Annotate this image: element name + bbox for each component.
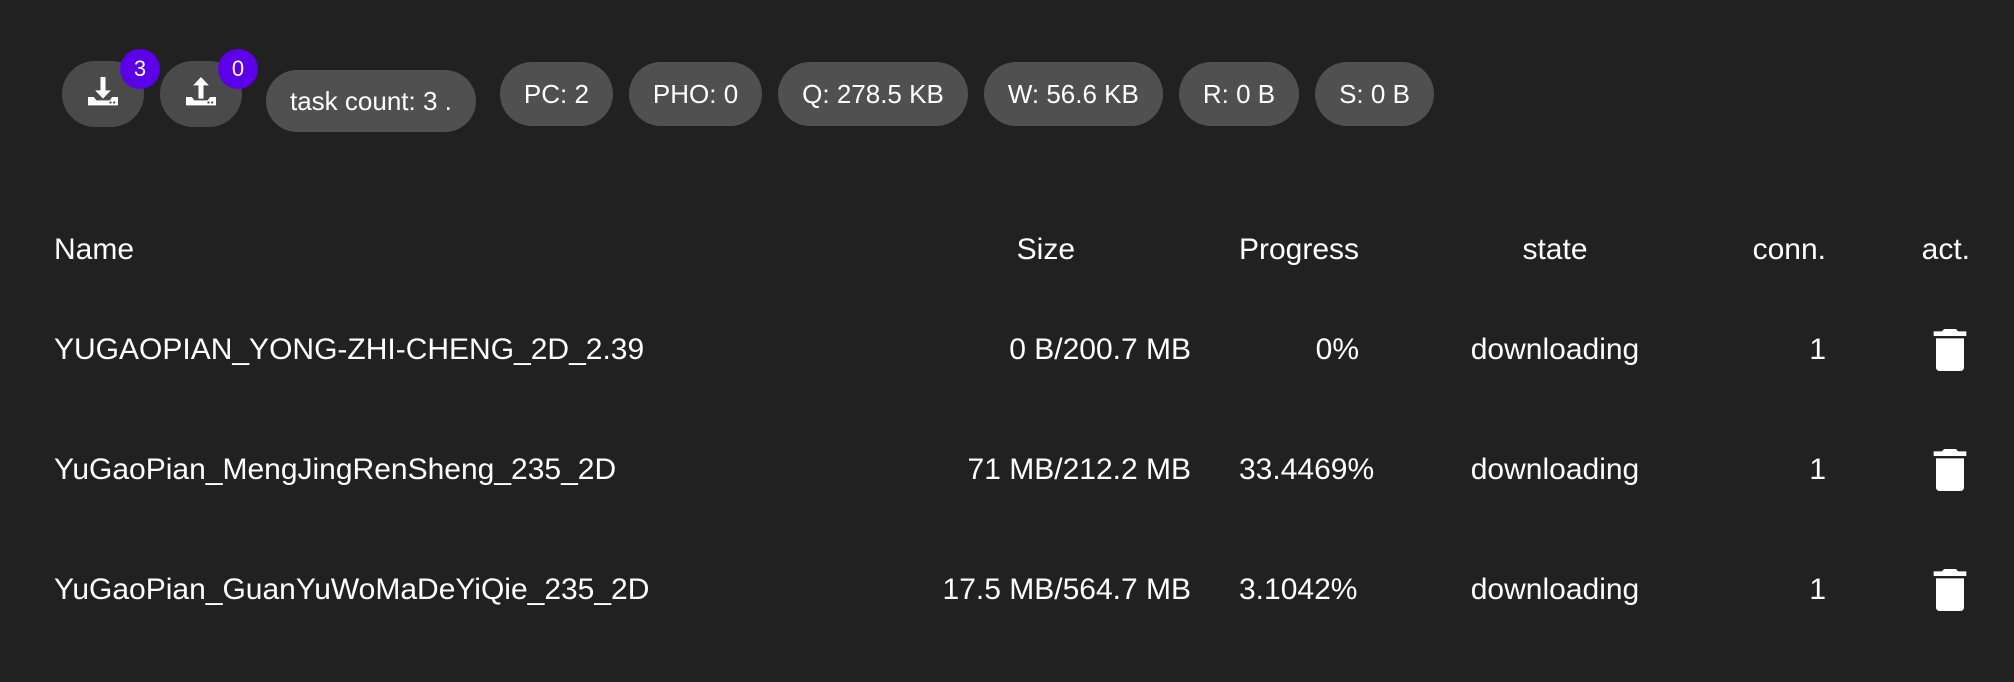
download-tasks-button[interactable]: 3 bbox=[62, 49, 160, 127]
table-row: YuGaoPian_GuanYuWoMaDeYiQie_235_2D 17.5 … bbox=[0, 530, 2014, 650]
task-conn: 1 bbox=[1809, 453, 1826, 486]
task-count-chip: task count: 3 . bbox=[266, 70, 476, 132]
trash-icon bbox=[1930, 446, 1970, 494]
stat-chip-pho: PHO: 0 bbox=[628, 62, 763, 126]
task-conn: 1 bbox=[1809, 333, 1826, 366]
task-conn: 1 bbox=[1809, 573, 1826, 606]
tasks-table: Name Size Progress state conn. act. YUGA… bbox=[0, 210, 2014, 650]
download-icon bbox=[83, 72, 123, 117]
header-conn: conn. bbox=[1752, 233, 1826, 266]
task-size: 17.5 MB/564.7 MB bbox=[942, 573, 1191, 606]
task-name: YUGAOPIAN_YONG-ZHI-CHENG_2D_2.39 bbox=[54, 333, 645, 366]
delete-task-button[interactable] bbox=[1930, 290, 1970, 410]
table-header-row: Name Size Progress state conn. act. bbox=[0, 210, 2014, 290]
task-state: downloading bbox=[1470, 333, 1640, 366]
stat-chip-pc: PC: 2 bbox=[499, 62, 613, 126]
header-progress: Progress bbox=[1239, 233, 1360, 266]
delete-task-button[interactable] bbox=[1930, 410, 1970, 530]
header-name: Name bbox=[54, 233, 135, 266]
task-name: YuGaoPian_MengJingRenSheng_235_2D bbox=[54, 453, 617, 486]
task-progress: 0% bbox=[1315, 333, 1359, 366]
header-act: act. bbox=[1921, 233, 1970, 266]
upload-icon bbox=[181, 72, 221, 117]
task-progress: 3.1042% bbox=[1239, 573, 1358, 606]
task-size: 71 MB/212.2 MB bbox=[967, 453, 1191, 486]
stat-chip-w: W: 56.6 KB bbox=[983, 62, 1163, 126]
upload-count-badge: 0 bbox=[218, 49, 258, 89]
toolbar: 3 0 task count: 3 . PC: 2 PHO: 0 Q: 278.… bbox=[62, 49, 1434, 132]
upload-tasks-button[interactable]: 0 bbox=[160, 49, 258, 127]
task-state: downloading bbox=[1470, 573, 1640, 606]
task-state: downloading bbox=[1470, 453, 1640, 486]
task-progress: 33.4469% bbox=[1239, 453, 1375, 486]
task-name: YuGaoPian_GuanYuWoMaDeYiQie_235_2D bbox=[54, 573, 650, 606]
download-count-badge: 3 bbox=[120, 49, 160, 89]
table-row: YUGAOPIAN_YONG-ZHI-CHENG_2D_2.39 0 B/200… bbox=[0, 290, 2014, 410]
table-row: YuGaoPian_MengJingRenSheng_235_2D 71 MB/… bbox=[0, 410, 2014, 530]
header-size: Size bbox=[1016, 233, 1075, 266]
trash-icon bbox=[1930, 326, 1970, 374]
stat-chip-s: S: 0 B bbox=[1315, 62, 1434, 126]
stat-chip-r: R: 0 B bbox=[1178, 62, 1300, 126]
stat-chip-q: Q: 278.5 KB bbox=[778, 62, 968, 126]
trash-icon bbox=[1930, 566, 1970, 614]
task-size: 0 B/200.7 MB bbox=[1009, 333, 1191, 366]
header-state: state bbox=[1522, 233, 1588, 266]
delete-task-button[interactable] bbox=[1930, 530, 1970, 650]
